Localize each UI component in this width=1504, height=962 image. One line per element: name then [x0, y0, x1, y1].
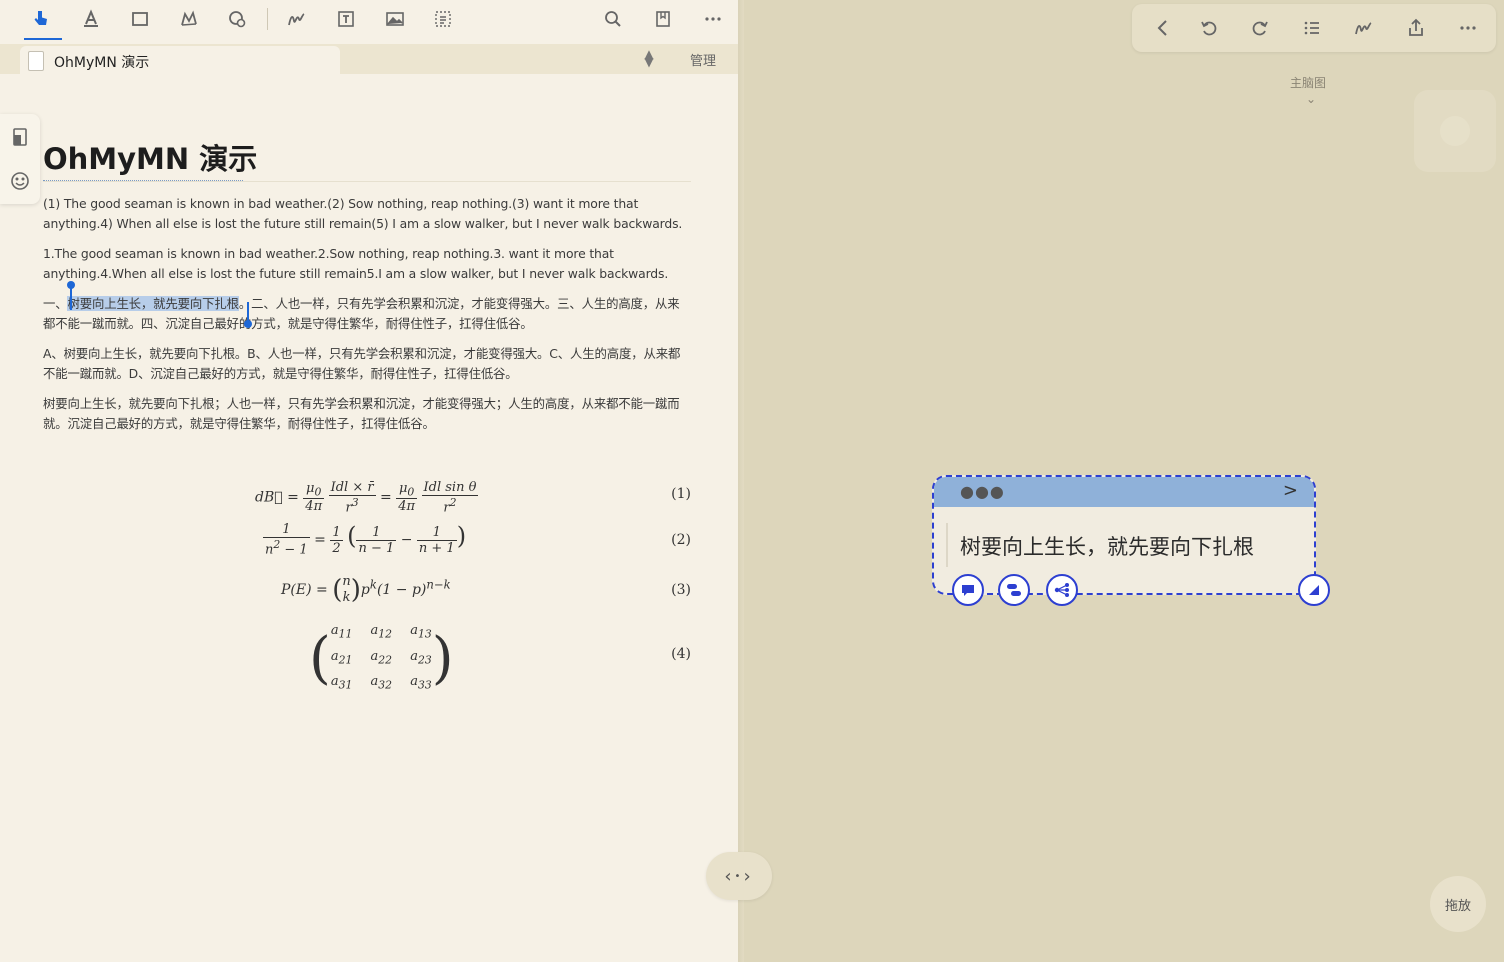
lasso-icon[interactable]: [172, 4, 206, 34]
list-icon[interactable]: [1299, 16, 1325, 40]
drag-drop-button[interactable]: 拖放: [1430, 876, 1486, 932]
selected-text[interactable]: 树要向上生长，就先要向下扎根: [67, 296, 239, 311]
chevron-down-icon[interactable]: ⌄: [1306, 92, 1316, 106]
branch-icon[interactable]: [1046, 574, 1078, 606]
overlay-dot: [1440, 116, 1470, 146]
back-icon[interactable]: [1150, 16, 1176, 40]
hand-pointer-icon[interactable]: [24, 4, 58, 34]
paragraph-1[interactable]: (1) The good seaman is known in bad weat…: [43, 194, 691, 234]
card-left-bar: [946, 523, 948, 567]
chevron-right-icon[interactable]: ›: [743, 866, 753, 887]
paragraph-2[interactable]: 1.The good seaman is known in bad weathe…: [43, 244, 691, 284]
pen-icon[interactable]: [1351, 16, 1377, 40]
equation-1: dB⃗ = μ0 4π Idl × r̄ r3 = μ0 4π Idl sin θ r2…: [43, 474, 691, 516]
equation-number-4: (4): [671, 646, 691, 662]
dot-icon: •: [734, 870, 744, 882]
resize-handle-icon[interactable]: [1298, 574, 1330, 606]
mindmap-card[interactable]: ●●● > 树要向上生长，就先要向下扎根: [932, 475, 1330, 606]
equation-3: P(E) = (n k)pk(1 − p)n−k (3): [43, 570, 691, 614]
equation-3-body: P(E) = (n k)pk(1 − p)n−k: [281, 574, 451, 605]
comment-icon[interactable]: [952, 574, 984, 606]
side-float-panel: [0, 114, 40, 204]
card-excerpt[interactable]: 树要向上生长，就先要向下扎根: [960, 531, 1254, 561]
mindmap-toolbar: [1132, 4, 1496, 52]
document-pane: OhMyMN 演示 ▲ ▼ 管理 OhMyMN 演示 (1) The good s…: [0, 0, 738, 962]
mindmap-label[interactable]: 主脑图: [1290, 74, 1326, 91]
active-tool-indicator: [24, 38, 62, 40]
search-icon[interactable]: [596, 4, 630, 34]
document-tab[interactable]: OhMyMN 演示: [20, 46, 340, 74]
textbox-icon[interactable]: [329, 4, 363, 34]
pane-divider[interactable]: [738, 0, 744, 962]
more-icon[interactable]: [696, 4, 730, 34]
redo-icon[interactable]: [1247, 16, 1273, 40]
card-menu-dots-icon[interactable]: ●●●: [960, 482, 1005, 501]
equation-4: (a11 a12 a13 a21 a22 a23 a31 a32 a33) (4): [43, 620, 691, 692]
doc-title: OhMyMN 演示: [43, 140, 691, 182]
selection-caret-start: [70, 286, 72, 310]
notebook-icon[interactable]: [9, 126, 31, 148]
top-toolbar: [0, 0, 738, 42]
ocr-icon[interactable]: [426, 4, 460, 34]
emoji-icon[interactable]: [9, 170, 31, 192]
link-cards-icon[interactable]: [998, 574, 1030, 606]
sort-icon[interactable]: ▲ ▼: [642, 48, 656, 68]
shape-gear-icon[interactable]: [220, 4, 254, 34]
doc-title-text: OhMyMN 演示: [43, 142, 258, 176]
image-icon[interactable]: [378, 4, 412, 34]
paragraph-3[interactable]: 一、树要向上生长，就先要向下扎根。二、人也一样，只有先学会积累和沉淀，才能变得强…: [43, 294, 691, 334]
page-nav-pill[interactable]: ‹ • ›: [706, 852, 772, 900]
toolbar-separator: [267, 8, 268, 30]
title-underline: [43, 180, 243, 181]
pen-icon[interactable]: [280, 4, 314, 34]
manage-button[interactable]: 管理: [690, 50, 716, 69]
undo-icon[interactable]: [1196, 16, 1222, 40]
equation-number-1: (1): [671, 486, 691, 502]
paragraph-4[interactable]: A、树要向上生长，就先要向下扎根。B、人也一样，只有先学会积累和沉淀，才能变得强…: [43, 344, 691, 384]
equation-1-body: dB⃗ = μ0 4π Idl × r̄ r3 = μ0 4π Idl sin θ r2: [255, 480, 479, 516]
share-icon[interactable]: [1403, 16, 1429, 40]
rect-select-icon[interactable]: [123, 4, 157, 34]
text-highlight-icon[interactable]: [74, 4, 108, 34]
card-header[interactable]: ●●● >: [934, 477, 1314, 507]
equation-number-3: (3): [671, 582, 691, 598]
p3-prefix: 一、: [43, 296, 68, 311]
paragraph-5[interactable]: 树要向上生长，就先要向下扎根；人也一样，只有先学会积累和沉淀，才能变得强大；人生…: [43, 394, 691, 434]
equation-number-2: (2): [671, 532, 691, 548]
equation-2-body: 1 n2 − 1 = 12 (1 n − 1 − 1n + 1): [263, 522, 467, 558]
equation-4-body: (a11 a12 a13 a21 a22 a23 a31 a32 a33): [309, 623, 454, 692]
chevron-right-icon[interactable]: >: [1283, 480, 1298, 501]
tab-strip: OhMyMN 演示: [0, 44, 738, 74]
file-icon: [28, 51, 44, 71]
overlay-placeholder: [1414, 90, 1496, 172]
chevron-left-icon[interactable]: ‹: [724, 866, 734, 887]
tab-title: OhMyMN 演示: [54, 55, 150, 71]
document-content: OhMyMN 演示 (1) The good seaman is known i…: [43, 140, 691, 692]
selection-handle-end[interactable]: [244, 320, 252, 328]
bookmark-icon[interactable]: [646, 4, 680, 34]
equation-2: 1 n2 − 1 = 12 (1 n − 1 − 1n + 1) (2): [43, 520, 691, 564]
more-icon[interactable]: [1455, 16, 1481, 40]
